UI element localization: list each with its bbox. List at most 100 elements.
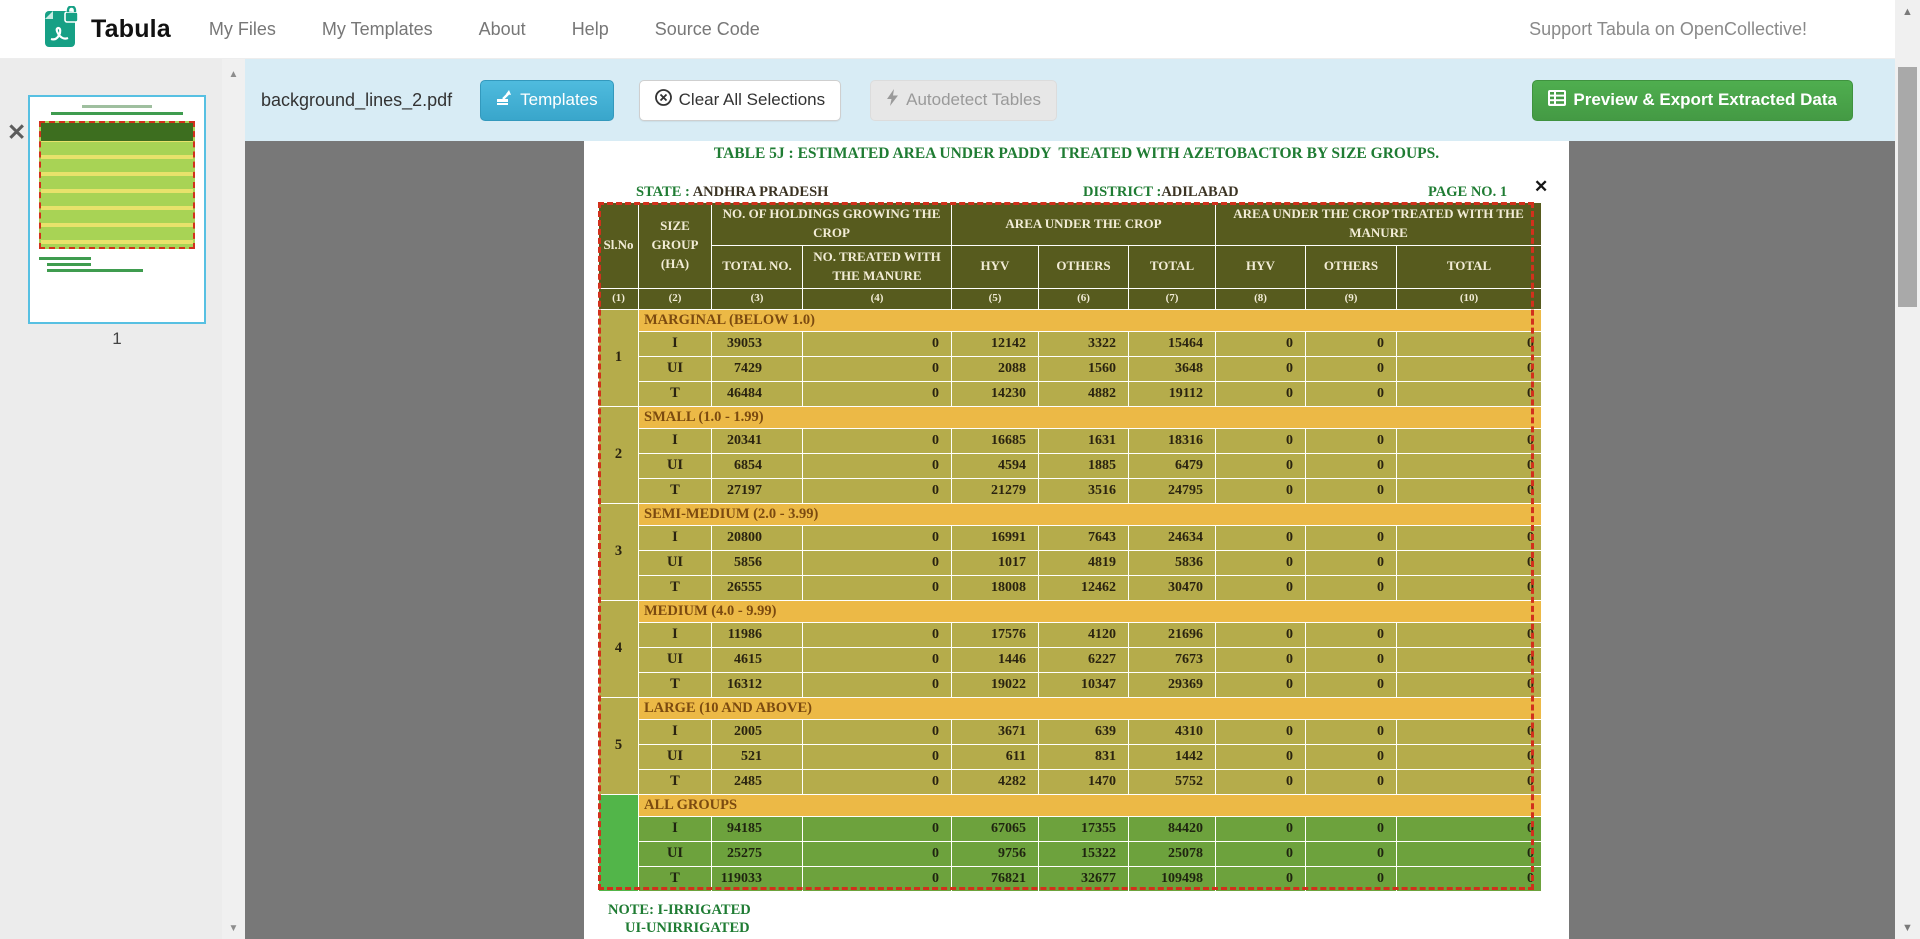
value-cell: 4120: [1039, 622, 1129, 647]
value-cell: 0: [1306, 622, 1397, 647]
autodetect-tables-button[interactable]: Autodetect Tables: [870, 80, 1057, 121]
column-number: (6): [1039, 288, 1129, 309]
thumbnail-note-line: [39, 257, 91, 260]
value-cell: 0: [1397, 744, 1542, 769]
row-type-cell: I: [639, 719, 712, 744]
thumbnail-title-line: [82, 105, 152, 108]
value-cell: 17355: [1039, 816, 1129, 841]
value-cell: 4615: [712, 647, 803, 672]
value-cell: 0: [1216, 622, 1306, 647]
value-cell: 0: [1306, 816, 1397, 841]
value-cell: 0: [1306, 744, 1397, 769]
nav-item-my-templates[interactable]: My Templates: [322, 19, 433, 40]
pdf-page-1[interactable]: TABLE 5J : ESTIMATED AREA UNDER PADDY TR…: [584, 141, 1569, 939]
clear-all-selections-button[interactable]: Clear All Selections: [639, 80, 841, 121]
scroll-down-icon[interactable]: ▼: [1895, 921, 1920, 935]
value-cell: 0: [1216, 841, 1306, 866]
size-group-band: MARGINAL (BELOW 1.0): [639, 309, 1542, 331]
value-cell: 521: [712, 744, 803, 769]
value-cell: 24634: [1129, 525, 1216, 550]
value-cell: 16685: [952, 428, 1039, 453]
remove-page-icon[interactable]: ✕: [7, 121, 26, 144]
note-line-1: NOTE: I-IRRIGATED: [608, 901, 751, 919]
row-type-cell: UI: [639, 841, 712, 866]
page-1-thumbnail[interactable]: [28, 95, 206, 324]
column-number: (3): [712, 288, 803, 309]
value-cell: 0: [803, 428, 952, 453]
value-cell: 16312: [712, 672, 803, 697]
table-row: UI58560101748195836000: [599, 550, 1542, 575]
nav-item-about[interactable]: About: [479, 19, 526, 40]
value-cell: 24795: [1129, 478, 1216, 503]
row-type-cell: UI: [639, 453, 712, 478]
value-cell: 0: [1397, 428, 1542, 453]
value-cell: 15322: [1039, 841, 1129, 866]
templates-button-label: Templates: [520, 90, 597, 110]
value-cell: 0: [1397, 356, 1542, 381]
thumbnail-table-selection[interactable]: [39, 121, 195, 249]
column-number: (2): [639, 288, 712, 309]
value-cell: 84420: [1129, 816, 1216, 841]
col-group-area: AREA UNDER THE CROP: [952, 203, 1216, 246]
value-cell: 0: [1216, 744, 1306, 769]
sub-header: TOTAL: [1397, 246, 1542, 289]
sidebar-scroll-down-icon[interactable]: ▼: [222, 923, 245, 934]
col-group-holdings: NO. OF HOLDINGS GROWING THE CROP: [712, 203, 952, 246]
value-cell: 0: [1306, 719, 1397, 744]
value-cell: 9756: [952, 841, 1039, 866]
row-type-cell: I: [639, 428, 712, 453]
selection-close-icon[interactable]: ✕: [1534, 177, 1548, 197]
value-cell: 1631: [1039, 428, 1129, 453]
value-cell: 29369: [1129, 672, 1216, 697]
value-cell: 20341: [712, 428, 803, 453]
slno-cell: 3: [599, 503, 639, 600]
nav-links: My Files My Templates About Help Source Code: [209, 19, 760, 40]
scrollbar-thumb[interactable]: [1898, 67, 1917, 307]
scroll-up-icon[interactable]: ▲: [1895, 5, 1920, 19]
window-scrollbar[interactable]: ▲ ▼: [1895, 0, 1920, 939]
value-cell: 0: [1216, 719, 1306, 744]
value-cell: 0: [1397, 381, 1542, 406]
nav-item-source-code[interactable]: Source Code: [655, 19, 760, 40]
document-filename: background_lines_2.pdf: [261, 90, 452, 111]
sidebar-scroll-up-icon[interactable]: ▲: [222, 69, 245, 80]
table-row: UI74290208815603648000: [599, 356, 1542, 381]
district-value: ADILABAD: [1161, 184, 1238, 200]
value-cell: 0: [1216, 575, 1306, 600]
value-cell: 0: [1216, 550, 1306, 575]
sidebar-scrollbar[interactable]: ▲ ▼: [222, 59, 245, 939]
sub-header: HYV: [952, 246, 1039, 289]
value-cell: 12462: [1039, 575, 1129, 600]
support-link[interactable]: Support Tabula on OpenCollective!: [1529, 19, 1807, 40]
value-cell: 1442: [1129, 744, 1216, 769]
row-type-cell: T: [639, 381, 712, 406]
value-cell: 3516: [1039, 478, 1129, 503]
nav-item-my-files[interactable]: My Files: [209, 19, 276, 40]
table-list-icon: [1548, 90, 1566, 111]
value-cell: 16991: [952, 525, 1039, 550]
value-cell: 4819: [1039, 550, 1129, 575]
pdf-viewport: TABLE 5J : ESTIMATED AREA UNDER PADDY TR…: [245, 141, 1895, 939]
templates-button[interactable]: Templates: [480, 80, 613, 121]
value-cell: 0: [1216, 672, 1306, 697]
pdf-footnote: NOTE: I-IRRIGATED UI-UNIRRIGATED: [608, 901, 751, 937]
column-number: (8): [1216, 288, 1306, 309]
row-type-cell: UI: [639, 647, 712, 672]
value-cell: 0: [803, 381, 952, 406]
size-group-band: SEMI-MEDIUM (2.0 - 3.99): [639, 503, 1542, 525]
page-no-label: PAGE NO. 1: [1428, 184, 1507, 201]
tabula-logo[interactable]: Tabula: [44, 6, 171, 53]
value-cell: 0: [1306, 769, 1397, 794]
preview-export-button[interactable]: Preview & Export Extracted Data: [1532, 80, 1853, 121]
table-row: UI25275097561532225078000: [599, 841, 1542, 866]
nav-item-help[interactable]: Help: [572, 19, 609, 40]
column-number: (1): [599, 288, 639, 309]
value-cell: 1446: [952, 647, 1039, 672]
thumbnail-page-number: 1: [28, 329, 206, 349]
row-type-cell: UI: [639, 550, 712, 575]
value-cell: 30470: [1129, 575, 1216, 600]
value-cell: 0: [803, 672, 952, 697]
table-row: T24850428214705752000: [599, 769, 1542, 794]
value-cell: 3671: [952, 719, 1039, 744]
sub-header: HYV: [1216, 246, 1306, 289]
